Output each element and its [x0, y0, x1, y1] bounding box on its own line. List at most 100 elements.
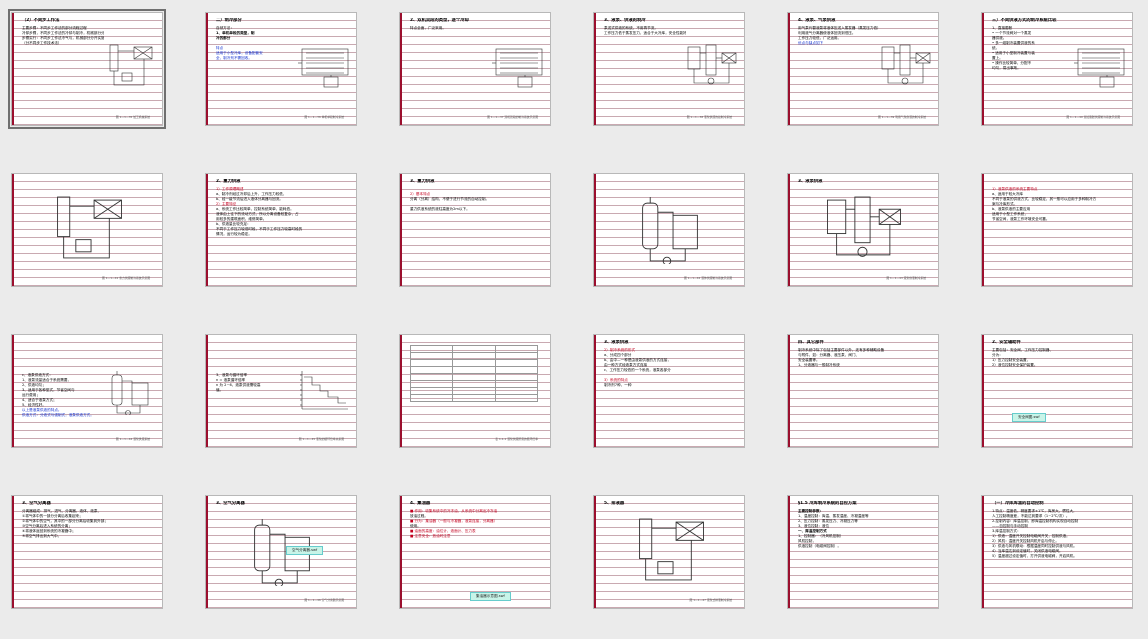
slide-text-line: 1、温度控制：库温、蒸发温度、冷凝温度等: [798, 514, 869, 518]
slide-text-line: 案与冷库形式。: [992, 202, 1018, 206]
slide-text-line: 2、压力控制：蒸发压力、冷凝压力等: [798, 519, 858, 523]
slide-text-line: 分为：: [992, 353, 1003, 357]
embedded-media-button[interactable]: 安全阀图.swf: [1012, 413, 1046, 422]
slide-text-line: 优点与缺点如下: [798, 41, 824, 45]
slide-thumbnail-19[interactable]: 3、空气分离器 分离器组成：排气、进气、分离器、液体、液泵、 ①将气体中的一部分分离…: [11, 495, 163, 609]
slide-text-line: ④将液体返回到系统的冷凝器中；: [22, 529, 76, 533]
slide-accent-stripe: [594, 13, 596, 125]
slide-thumbnail-23[interactable]: §1.5 冷库制冷系统的自控方案 主要控制参数： 1、温度控制：库温、蒸发温度、冷凝…: [787, 495, 939, 609]
slide-title: 3、空气分离器: [216, 501, 245, 506]
slide-title: 3、液泵供液: [604, 340, 629, 345]
slide-thumbnail-7[interactable]: 图 1—1—41 重力供液制冷系统示意图: [11, 173, 163, 287]
slide-text-line: 冷的部分: [216, 36, 231, 40]
slide-thumbnail-6[interactable]: 三）不同供液方式的制冷系统比较 1、直接膨胀 • 一个节流阀对一个蒸发 器供液。 • …: [981, 12, 1133, 126]
slide-figure-caption: 图 1—1—39 利用气泵供液的制冷系统: [877, 115, 926, 119]
slide-thumbnail-5[interactable]: 4、液泵、气泵供液 用气泵代替液泵将液体压送入蒸发器（蒸发压力低）， 利用液气分离器…: [787, 12, 939, 126]
slide-text-line: b、经一级节流后进入液体分离器与回流。: [216, 197, 283, 201]
slide-text-line: 特点全面，广泛采用。: [410, 26, 446, 30]
slide-title: 4、集油器: [410, 501, 431, 506]
slide-text-line: 2）风机：温度开关控制风机开启与停止。: [992, 539, 1059, 543]
slide-text-line: ⑤将空气排出到大气中。: [22, 534, 62, 538]
slide-diagram: [300, 371, 348, 410]
slide-thumbnail-10[interactable]: 图 1—1—42 液体供液制冷系统示意图: [593, 173, 745, 287]
slide-text-line: ■ 作用：收集系统中的冷冻油，从系统中分离出冷冻油: [410, 509, 498, 513]
slide-thumbnail-12[interactable]: 1）液泵供液的系统主要特点 a、适用于较大冷库 不同于液泵的供液方式，比较稳定，其一…: [981, 173, 1133, 287]
slide-title: 2、重力供液: [216, 179, 241, 184]
slide-text-line: 液体由上往下的流动方式，所以分离设备较复杂，占: [216, 212, 299, 216]
embedded-media-button[interactable]: 集油器示意图.swf: [470, 592, 511, 601]
slide-diagram: [1074, 48, 1125, 88]
slide-text-line: • 适用于小型制冷装置与装: [992, 51, 1035, 55]
slide-text-line: 2.控制内容：库温控制，即库温控制机构实现自动控制: [992, 519, 1079, 523]
slide-text-line: 自然方法：: [216, 26, 234, 30]
slide-text-line: 特点: [216, 46, 224, 50]
slide-accent-stripe: [982, 174, 984, 286]
slide-accent-stripe: [400, 174, 402, 286]
slide-text-line: 3、液位控制：液位: [798, 524, 830, 528]
slide-thumbnail-9[interactable]: 3、重力供液 2）基本特点 分离（分离）结构，不便于进行节流的自动控制。 重力供液系统…: [399, 173, 551, 287]
slide-thumbnail-16[interactable]: 3、液泵供液 2）制冷系统的形式 a、分成四个部分 b、由中—一种是由液泵供液的方式连…: [593, 334, 745, 448]
slide-figure-caption: 图 1—1—37 双机双段的制冷系统示意图: [487, 115, 538, 119]
slide-thumbnail-17[interactable]: 四、其它部件制冷系统中除了包括主要部件以外，还有多种辅助设备 与附件，如：分离器、…: [787, 334, 939, 448]
slide-text-line: 2）基本特点: [410, 192, 431, 196]
slide-accent-stripe: [12, 174, 14, 286]
slide-text-line: 主要步骤：不同步工作法的部分流程过程: [22, 26, 87, 30]
slide-diagram: [57, 196, 122, 259]
slide-accent-stripe: [594, 174, 596, 286]
slide-text-line: 安全装置等。: [798, 358, 820, 362]
slide-text-line: 1）液泵供液的系统主要特点: [992, 187, 1038, 191]
slide-diagram: [298, 48, 349, 88]
slide-accent-stripe: [982, 496, 984, 608]
slide-thumbnail-3[interactable]: 2、双机双段的类型，逐个冷却 特点全面，广泛采用。图 1—1—37 双机双段的制冷…: [399, 12, 551, 126]
slide-thumbnail-20[interactable]: 3、空气分离器图 1—1—46 空气分离器示意图 空气分离器.swf: [205, 495, 357, 609]
slide-thumbnail-24[interactable]: （一）冷库库温的自动控制 1.特点：温度低、精度要求±1℃，库房大，惯性大， 人工…: [981, 495, 1133, 609]
slide-text-line: 1.特点：温度低、精度要求±1℃，库房大，惯性大，: [992, 509, 1077, 513]
slide-thumbnail-18[interactable]: 2、安全辅助件 主要包括：安全阀、工作压力控制器、 分为： 1）压力控制安全装置， 2）…: [981, 334, 1133, 448]
slide-title: 3、重力供液: [410, 179, 435, 184]
slide-accent-stripe: [12, 335, 14, 447]
slide-title: 2、安全辅助件: [992, 340, 1021, 345]
slide-text-line: ■ 分为：集油器（一般与冷凝器，液泵连接，分离器）: [410, 519, 498, 523]
slide-text-line: a、制冷剂经过冷却后上升，工作压力较低，: [216, 192, 287, 196]
slide-thumbnail-1[interactable]: （2）不同步工作法 主要步骤：不同步工作法的部分流程过程 冷却步骤，不同步工作法的冷…: [8, 9, 166, 129]
slide-thumbnail-15[interactable]: 表 1-1-1 液泵供液所需的循环倍率: [399, 334, 551, 448]
slide-text-line: 风机控制，: [798, 539, 816, 543]
slide-figure-caption: 图 1—1—40 直接膨胀供液制冷系统示意图: [1066, 115, 1120, 119]
slide-text-line: ①将气体中的一部分分离后收集起来；: [22, 514, 83, 518]
slide-text-line: 不同于液泵的供液方式，比较稳定，其一般可以应用于多种制冷方: [992, 197, 1097, 201]
slide-thumbnail-14[interactable]: 3、液泵与循环倍率 n = 液泵循环倍率 n 为 2~6，液泵供液需较高 值。图 1—…: [205, 334, 357, 448]
slide-text-line: 人工控制精度差，不能达到要求（1~2℃/次）。: [992, 514, 1070, 518]
slide-thumbnail-2[interactable]: 二）制冷部分 自然方法： 1、单机单段的类型，制 冷的部分 特点 适用于小型冷库，设备配套…: [205, 12, 357, 126]
slide-figure-caption: 图 1—1—45 液泵的循环倍率关系图: [298, 437, 344, 441]
slide-text-line: 5）温度超过设定值时，打开供液电磁阀，开启风机。: [992, 554, 1077, 558]
slide-text-line: ——自控制与手动控制: [992, 524, 1028, 528]
slide-title: 四、其它部件: [798, 340, 824, 345]
slide-text-line: 1、直接膨胀: [992, 26, 1013, 30]
slide-text-line: 2）主要特征: [216, 202, 237, 206]
slide-text-line: 统。: [992, 46, 1000, 50]
slide-text-line: 4）当库温达到设定值时，关闭供液电磁阀。: [992, 549, 1063, 553]
slide-title: 2、双机双段的类型，逐个冷却: [410, 18, 469, 23]
slide-title: 三）不同供液方式的制冷系统比较: [992, 18, 1057, 23]
slide-text-line: 利用液气分离器使液体回流到低压。: [798, 31, 856, 35]
slide-text-line: 供液控制（电磁阀控制）。: [798, 544, 842, 548]
slide-thumbnail-8[interactable]: 2、重力供液 1）工作原理概述 a、制冷剂经过冷却后上升，工作压力较低， b、经一级节…: [205, 173, 357, 287]
slide-thumbnail-13[interactable]: c、液泵供液方式： 1、液泵流量适合于系统需要， 2、供液均匀； 3、适用于各种型式，…: [11, 334, 163, 448]
slide-text-line: 3）系统的特点: [604, 378, 628, 382]
slide-text-line: 情况，运行较为稳定。: [216, 232, 252, 236]
slide-accent-stripe: [594, 496, 596, 608]
slide-thumbnail-4[interactable]: 3、液泵、供液的制冷 泵送式供液的系统，不用再节流， 工作压力低于蒸发压力，适合于大…: [593, 12, 745, 126]
slide-thumbnail-11[interactable]: 3、液泵供液图 1—1—43 液泵供液制冷系统: [787, 173, 939, 287]
slide-text-line: c、工作压力较低的一个系统，液泵各部分: [604, 368, 671, 372]
slide-thumbnail-21[interactable]: 4、集油器 ■ 作用：收集系统中的冷冻油，从系统中分离出冷冻油 放油过程。 ■ 分为…: [399, 495, 551, 609]
slide-text-line: 使用。: [410, 524, 421, 528]
slide-text-line: 与附件，如：分离器、液压泵、阀门、: [798, 353, 860, 357]
embedded-media-button[interactable]: 空气分离器.swf: [286, 546, 324, 555]
slide-text-line: 3.库温控制方式：: [992, 529, 1021, 533]
slide-diagram: [109, 44, 153, 86]
slide-text-line: 适用于小型工作系统，: [992, 212, 1028, 216]
slide-text-line: 2）制冷系统的形式: [604, 348, 636, 352]
slide-thumbnail-22[interactable]: 5、排液器图 1—1—47 液泵式排液制冷系统: [593, 495, 745, 609]
slide-text-line: 制冷系统中除了包括主要部件以外，还有多种辅助设备: [798, 348, 885, 352]
slide-figure-caption: 图 1—1—46 空气分离器示意图: [304, 598, 344, 602]
